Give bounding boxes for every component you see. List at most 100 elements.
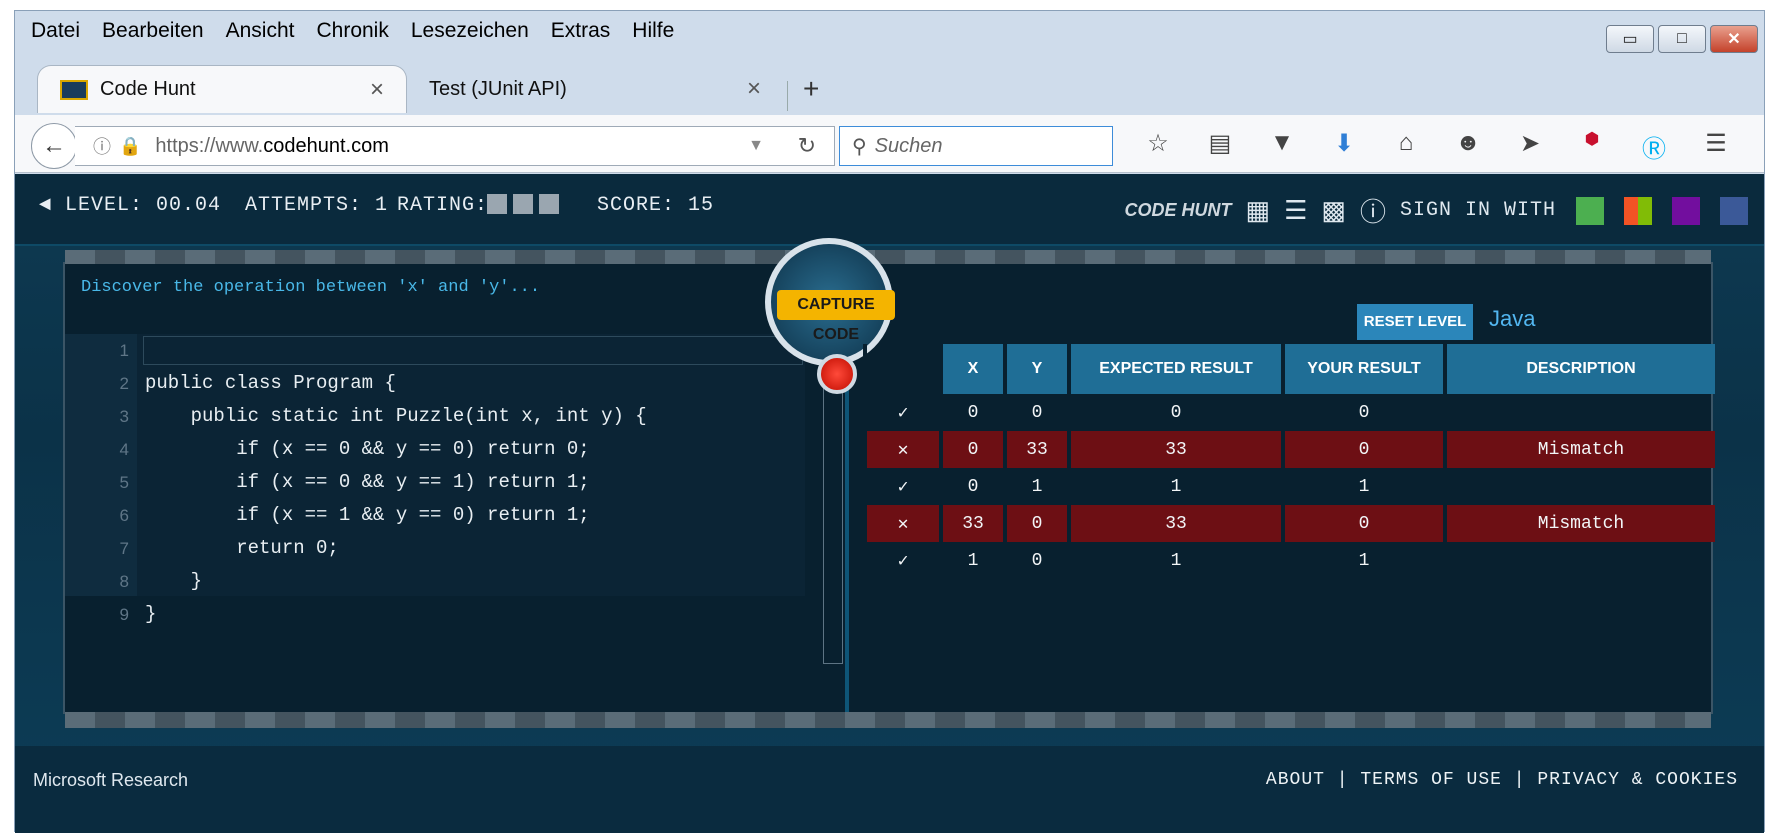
code-line[interactable]: return 0; <box>145 532 647 565</box>
record-button-icon[interactable] <box>817 354 857 394</box>
fail-cross-icon: ✕ <box>863 431 941 468</box>
reload-icon[interactable]: ↻ <box>798 133 816 159</box>
status-header <box>863 344 941 394</box>
code-line[interactable]: } <box>145 565 647 598</box>
line-number: 9 <box>119 605 129 624</box>
bookmark-star-icon[interactable]: ☆ <box>1127 129 1189 164</box>
search-placeholder: Suchen <box>874 134 943 157</box>
codehunt-page: ◄ LEVEL: 00.04 ATTEMPTS: 1 RATING: SCORE… <box>15 174 1764 833</box>
url-dropdown-icon[interactable]: ▼ <box>748 137 764 155</box>
code-text[interactable]: public class Program { public static int… <box>145 334 647 631</box>
adblock-icon[interactable]: ⬢ <box>1561 129 1623 164</box>
facebook-signin-icon[interactable] <box>1720 196 1748 225</box>
header-your-result: YOUR RESULT <box>1281 344 1445 394</box>
line-number: 2 <box>119 374 129 393</box>
line-number: 1 <box>119 341 129 360</box>
url-bar[interactable]: ⓘ 🔒 https://www. codehunt.com ▼ ↻ <box>75 126 835 166</box>
tab-label: Test (JUnit API) <box>429 77 567 100</box>
cell-expected: 1 <box>1067 542 1283 579</box>
code-line[interactable]: public class Program { <box>145 367 647 400</box>
menu-datei[interactable]: Datei <box>31 19 80 43</box>
menu-extras[interactable]: Extras <box>551 19 611 43</box>
hud-right-controls: CODE HUNT ▦ ☰ ▩ ⓘ SIGN IN WITH <box>1124 192 1748 229</box>
table-header-row: X Y EXPECTED RESULT YOUR RESULT DESCRIPT… <box>863 344 1715 394</box>
editor-scrollbar[interactable] <box>823 354 843 664</box>
home-icon[interactable]: ⌂ <box>1375 129 1437 164</box>
sign-in-label: SIGN IN WITH <box>1399 199 1556 222</box>
google-signin-icon[interactable] <box>1576 196 1604 225</box>
tab-close-icon[interactable]: × <box>370 76 384 104</box>
navigation-bar: ← ⓘ 🔒 https://www. codehunt.com ▼ ↻ ⚲ Suc… <box>15 115 1764 173</box>
code-line[interactable]: public static int Puzzle(int x, int y) { <box>145 400 647 433</box>
reset-level-button[interactable]: RESET LEVEL <box>1357 304 1473 340</box>
table-row: ✕ 0 33 33 0 Mismatch <box>863 431 1715 468</box>
table-row: ✓ 0 0 0 0 <box>863 394 1715 431</box>
page-footer: Microsoft Research ABOUT | TERMS OF USE … <box>15 746 1764 833</box>
tab-separator <box>787 81 788 111</box>
maximize-button[interactable]: □ <box>1658 25 1706 53</box>
menu-ansicht[interactable]: Ansicht <box>226 19 295 43</box>
info-icon[interactable]: ⓘ <box>93 133 111 159</box>
fail-cross-icon: ✕ <box>863 505 941 542</box>
cell-x: 0 <box>939 394 1005 431</box>
cell-x: 0 <box>939 431 1005 468</box>
tiles-view-icon[interactable]: ▩ <box>1321 195 1346 226</box>
code-line[interactable]: if (x == 0 && y == 0) return 0; <box>145 433 647 466</box>
line-number: 7 <box>119 539 129 558</box>
code-line[interactable]: if (x == 1 && y == 0) return 1; <box>145 499 647 532</box>
search-input[interactable]: ⚲ Suchen <box>839 126 1113 166</box>
pocket-icon[interactable]: ▼ <box>1251 129 1313 164</box>
minimize-button[interactable]: ▭ <box>1606 25 1654 53</box>
cell-y: 0 <box>1003 505 1069 542</box>
menu-hilfe[interactable]: Hilfe <box>632 19 674 43</box>
table-row: ✓ 0 1 1 1 <box>863 468 1715 505</box>
tab-code-hunt[interactable]: Code Hunt × <box>37 65 407 113</box>
capture-code-button[interactable]: CAPTURE CODE <box>777 290 895 343</box>
cell-description: Mismatch <box>1443 431 1715 468</box>
send-icon[interactable]: ➤ <box>1499 129 1561 164</box>
tab-junit-api[interactable]: Test (JUnit API) × <box>423 65 783 113</box>
skype-icon[interactable]: Ⓡ <box>1623 129 1685 164</box>
hamburger-menu-icon[interactable]: ☰ <box>1685 129 1747 164</box>
code-editor[interactable]: 1 2 3 4 5 6 7 8 9 public class Program {… <box>65 334 805 625</box>
line-number: 3 <box>119 407 129 426</box>
chat-icon[interactable]: ☻ <box>1437 129 1499 164</box>
lock-icon: 🔒 <box>119 135 142 156</box>
header-x: X <box>939 344 1005 394</box>
back-arrow-icon[interactable]: ← <box>31 123 77 169</box>
tab-close-icon[interactable]: × <box>747 75 761 103</box>
rating-box <box>539 194 559 214</box>
bookmarks-list-icon[interactable]: ▤ <box>1189 129 1251 164</box>
header-description: DESCRIPTION <box>1443 344 1715 394</box>
microsoft-signin-icon[interactable] <box>1624 196 1652 225</box>
rating-boxes <box>487 194 565 218</box>
level-indicator[interactable]: ◄ LEVEL: 00.04 <box>39 194 221 217</box>
menu-bar: Datei Bearbeiten Ansicht Chronik Lesezei… <box>15 11 1764 51</box>
close-window-button[interactable]: ✕ <box>1710 25 1758 53</box>
score-display: SCORE: 15 <box>597 194 715 217</box>
tab-bar: Code Hunt × Test (JUnit API) × + <box>15 55 1764 115</box>
menu-chronik[interactable]: Chronik <box>316 19 388 43</box>
code-line[interactable]: if (x == 0 && y == 1) return 1; <box>145 466 647 499</box>
code-line[interactable] <box>145 334 647 367</box>
list-view-icon[interactable]: ☰ <box>1284 195 1307 226</box>
language-selector[interactable]: Java <box>1489 306 1535 332</box>
cell-y: 0 <box>1003 394 1069 431</box>
new-tab-button[interactable]: + <box>803 73 819 105</box>
game-hud: ◄ LEVEL: 00.04 ATTEMPTS: 1 RATING: SCORE… <box>15 174 1764 246</box>
footer-links[interactable]: ABOUT | TERMS OF USE | PRIVACY & COOKIES <box>1266 770 1738 790</box>
menu-bearbeiten[interactable]: Bearbeiten <box>102 19 204 43</box>
microsoft-research-label: Microsoft Research <box>33 770 189 790</box>
help-icon[interactable]: ⓘ <box>1360 192 1386 229</box>
code-line[interactable]: } <box>145 598 647 631</box>
codehunt-favicon-icon <box>60 79 88 100</box>
line-number: 6 <box>119 506 129 525</box>
line-number: 5 <box>119 473 129 492</box>
table-row: ✓ 1 0 1 1 <box>863 542 1715 579</box>
yahoo-signin-icon[interactable] <box>1672 196 1700 225</box>
download-icon[interactable]: ⬇ <box>1313 129 1375 164</box>
grid-view-icon[interactable]: ▦ <box>1245 195 1270 226</box>
cell-expected: 1 <box>1067 468 1283 505</box>
line-number: 4 <box>119 440 129 459</box>
menu-lesezeichen[interactable]: Lesezeichen <box>411 19 529 43</box>
